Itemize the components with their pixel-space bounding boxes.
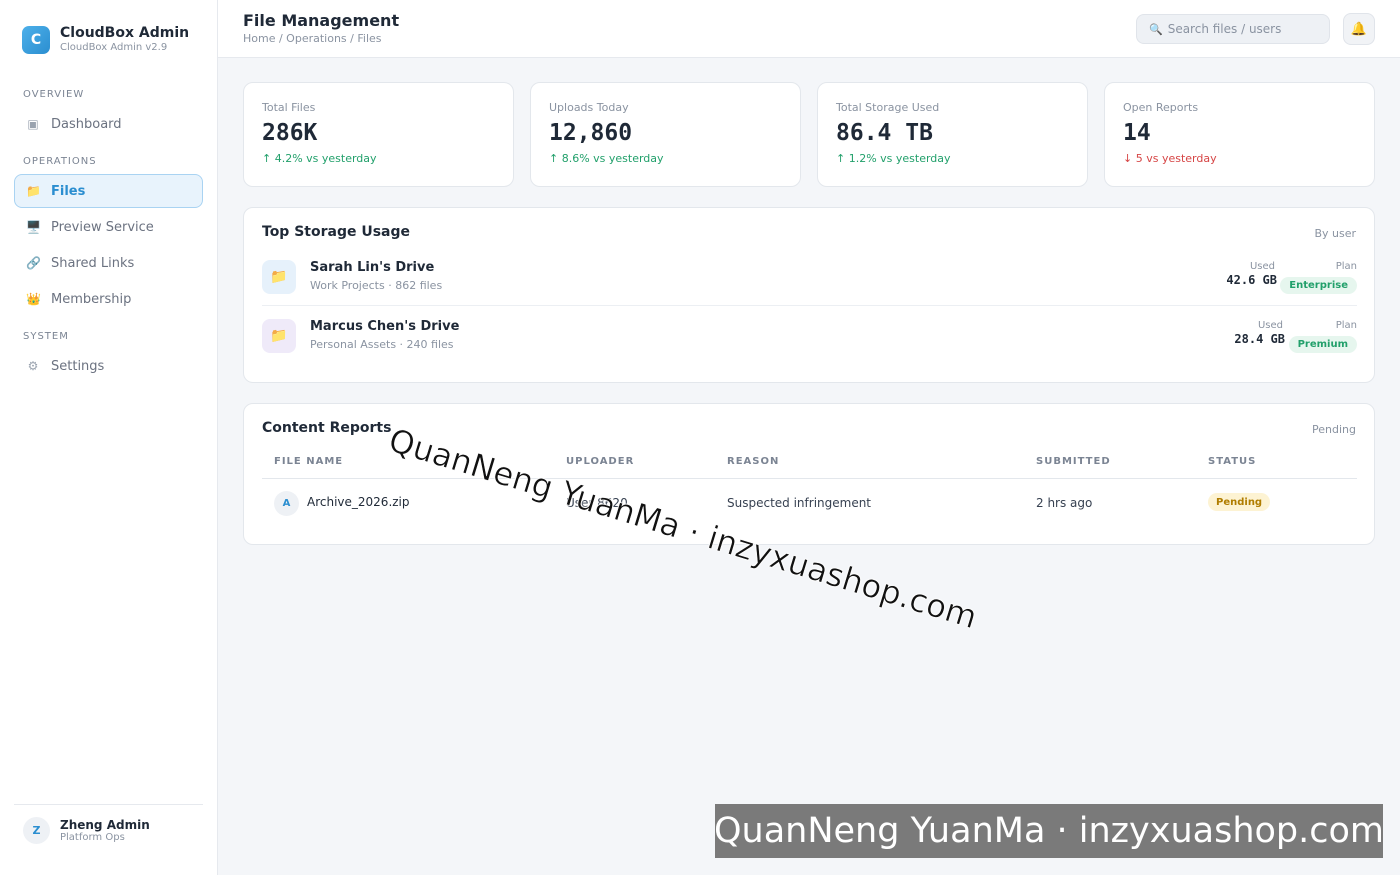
stat-card-total-files: Total Files 286K ↑ 4.2% vs yesterday: [243, 82, 514, 187]
storage-row[interactable]: 📁 Marcus Chen's Drive Personal Assets · …: [262, 310, 1357, 365]
user-role: Platform Ops: [60, 831, 125, 843]
storage-row[interactable]: 📁 Sarah Lin's Drive Work Projects · 862 …: [262, 251, 1357, 306]
column-header-reason[interactable]: REASON: [727, 456, 779, 467]
stat-value: 14: [1123, 120, 1151, 146]
nav-section-operations: OPERATIONS: [23, 156, 97, 167]
panel-title: Content Reports: [262, 420, 392, 436]
sidebar-item-label: Membership: [51, 291, 132, 307]
plan-label: Plan: [1335, 261, 1357, 272]
panel-hint: Pending: [1312, 423, 1356, 436]
bell-icon: 🔔: [1350, 21, 1368, 37]
sidebar-item-label: Preview Service: [51, 219, 154, 235]
status-badge: Pending: [1208, 493, 1271, 511]
drive-name: Sarah Lin's Drive: [310, 260, 435, 275]
watermark-banner: QuanNeng YuanMa · inzyxuashop.com: [715, 804, 1383, 858]
column-header-status[interactable]: STATUS: [1208, 456, 1256, 467]
stat-label: Open Reports: [1123, 101, 1199, 114]
storage-panel: Top Storage Usage By user 📁 Sarah Lin's …: [243, 207, 1375, 383]
link-icon: 🔗: [26, 256, 41, 270]
crown-icon: 👑: [26, 292, 41, 306]
top-header: File Management Home / Operations / File…: [218, 0, 1400, 58]
file-name[interactable]: Archive_2026.zip: [307, 495, 410, 509]
used-label: Used: [1257, 320, 1283, 331]
panel-hint: By user: [1314, 227, 1356, 240]
stat-value: 286K: [262, 120, 318, 146]
plan-label: Plan: [1335, 320, 1357, 331]
brand-name: CloudBox Admin: [60, 25, 190, 41]
column-header-submitted[interactable]: SUBMITTED: [1036, 456, 1111, 467]
brand-logo: C: [22, 26, 50, 54]
stat-label: Total Files: [262, 101, 316, 114]
page-title: File Management: [243, 11, 400, 30]
sidebar-item-label: Settings: [51, 358, 105, 374]
stat-delta: ↑ 1.2% vs yesterday: [836, 152, 951, 165]
drive-meta: Work Projects · 862 files: [310, 279, 443, 292]
reports-panel: Content Reports Pending FILE NAME UPLOAD…: [243, 403, 1375, 545]
nav-section-system: SYSTEM: [23, 331, 69, 342]
sidebar-item-preview-service[interactable]: 🖥️ Preview Service: [14, 210, 203, 244]
search-icon: 🔍: [1149, 22, 1163, 36]
notifications-button[interactable]: 🔔: [1343, 13, 1375, 45]
plan-badge: Enterprise: [1280, 277, 1357, 294]
folder-icon: 📁: [262, 319, 296, 353]
drive-name: Marcus Chen's Drive: [310, 319, 460, 334]
submitted-time: 2 hrs ago: [1036, 496, 1093, 510]
sidebar-item-shared-links[interactable]: 🔗 Shared Links: [14, 246, 203, 280]
stat-delta: ↑ 8.6% vs yesterday: [549, 152, 664, 165]
used-value: 28.4 GB: [1234, 332, 1285, 346]
column-header-file-name[interactable]: FILE NAME: [274, 456, 343, 467]
gear-icon: ⚙: [27, 359, 39, 373]
sidebar-item-settings[interactable]: ⚙ Settings: [14, 349, 203, 383]
sidebar-item-label: Shared Links: [51, 255, 135, 271]
sidebar-item-membership[interactable]: 👑 Membership: [14, 282, 203, 316]
avatar: Z: [23, 817, 50, 844]
used-label: Used: [1249, 261, 1275, 272]
stat-value: 86.4 TB: [836, 120, 933, 146]
sidebar-item-files[interactable]: 📁 Files: [14, 174, 203, 208]
column-header-uploader[interactable]: UPLOADER: [566, 456, 634, 467]
stat-card-uploads-today: Uploads Today 12,860 ↑ 8.6% vs yesterday: [530, 82, 801, 187]
sidebar-item-label: Files: [51, 183, 86, 199]
user-name: Zheng Admin: [60, 817, 150, 832]
sidebar-item-label: Dashboard: [51, 116, 122, 132]
brand-text: CloudBox Admin CloudBox Admin v2.9: [60, 25, 189, 55]
search-box[interactable]: 🔍: [1136, 14, 1330, 44]
user-text: Zheng Admin Platform Ops: [60, 818, 150, 844]
monitor-icon: 🖥️: [26, 220, 41, 234]
search-input[interactable]: [1167, 22, 1318, 36]
reason: Suspected infringement: [727, 496, 872, 510]
user-profile[interactable]: Z Zheng Admin Platform Ops: [14, 804, 203, 844]
breadcrumb: Home / Operations / Files: [243, 32, 382, 45]
file-initial-badge: A: [274, 491, 299, 516]
stat-delta: ↑ 4.2% vs yesterday: [262, 152, 377, 165]
table-row[interactable]: A Archive_2026.zip User 8620 Suspected i…: [262, 479, 1357, 529]
panel-title: Top Storage Usage: [262, 224, 411, 240]
stat-label: Uploads Today: [549, 101, 629, 114]
sidebar-item-dashboard[interactable]: ▣ Dashboard: [14, 107, 203, 141]
used-value: 42.6 GB: [1226, 273, 1277, 287]
plan-badge: Premium: [1288, 336, 1357, 353]
stat-value: 12,860: [549, 120, 633, 146]
brand[interactable]: C CloudBox Admin CloudBox Admin v2.9: [22, 25, 189, 55]
stat-card-storage-used: Total Storage Used 86.4 TB ↑ 1.2% vs yes…: [817, 82, 1088, 187]
nav-section-overview: OVERVIEW: [23, 89, 85, 100]
folder-icon: 📁: [262, 260, 296, 294]
folder-icon: 📁: [26, 184, 41, 198]
stat-delta: ↓ 5 vs yesterday: [1123, 152, 1217, 165]
stat-label: Total Storage Used: [836, 101, 940, 114]
dashboard-icon: ▣: [27, 117, 39, 131]
sidebar: C CloudBox Admin CloudBox Admin v2.9 OVE…: [0, 0, 218, 875]
brand-version: CloudBox Admin v2.9: [60, 42, 168, 53]
stat-card-open-reports: Open Reports 14 ↓ 5 vs yesterday: [1104, 82, 1375, 187]
drive-meta: Personal Assets · 240 files: [310, 338, 454, 351]
